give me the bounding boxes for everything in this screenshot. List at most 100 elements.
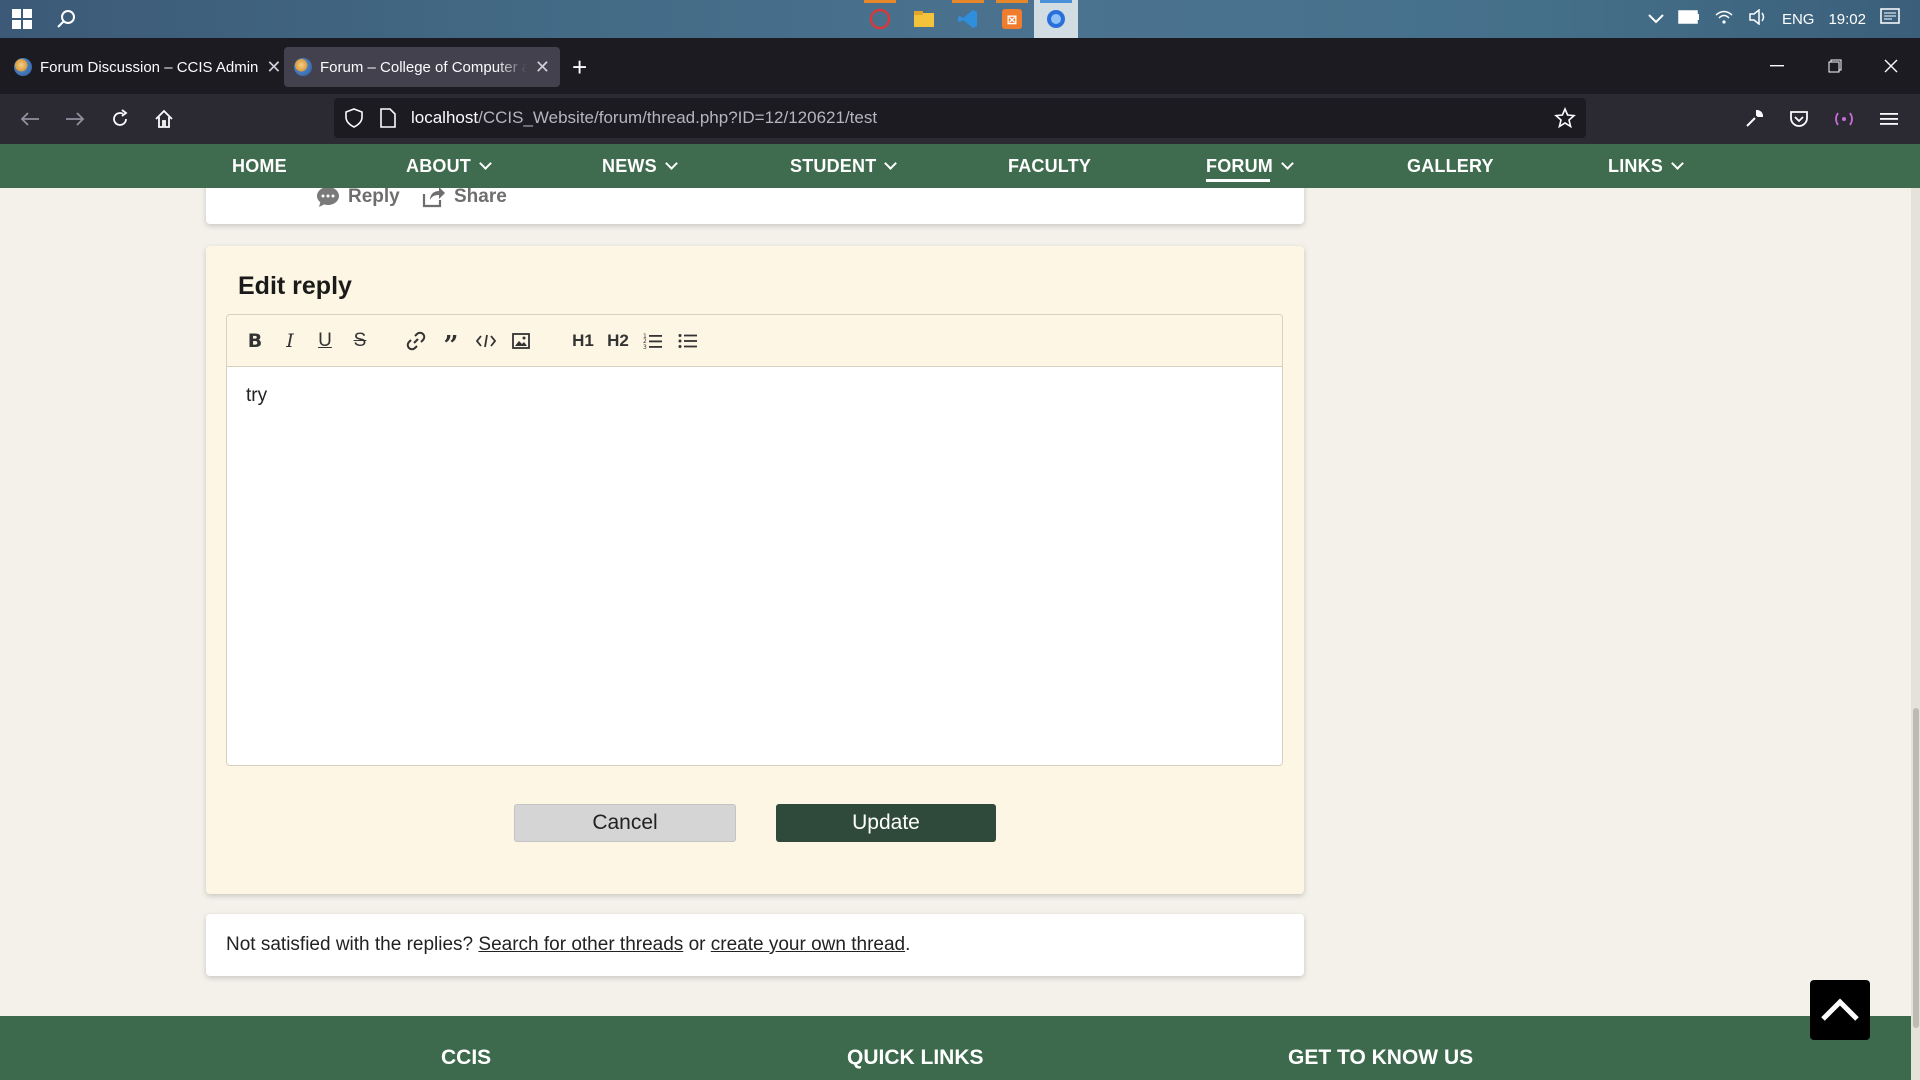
page-scrollbar[interactable] <box>1911 188 1920 1080</box>
nav-gallery[interactable]: GALLERY <box>1407 144 1494 188</box>
nav-gallery-label: GALLERY <box>1407 156 1494 176</box>
restore-icon[interactable] <box>1812 38 1858 94</box>
nav-forum[interactable]: FORUM <box>1206 144 1294 188</box>
reload-icon[interactable] <box>98 94 142 144</box>
page-info-icon[interactable] <box>380 108 396 133</box>
back-arrow-icon[interactable] <box>8 94 52 144</box>
help-note: Not satisfied with the replies? Search f… <box>226 934 910 956</box>
blockquote-icon[interactable]: ” <box>437 327 465 361</box>
italic-icon[interactable]: I <box>276 327 304 355</box>
nav-news[interactable]: NEWS <box>602 144 678 188</box>
editor-content[interactable]: try <box>246 385 267 407</box>
nav-home-label: HOME <box>232 156 287 176</box>
cancel-button[interactable]: Cancel <box>514 804 736 842</box>
help-note-card: Not satisfied with the replies? Search f… <box>206 914 1304 976</box>
footer-heading-ccis: CCIS <box>441 1046 492 1069</box>
new-tab-icon[interactable]: + <box>572 52 587 83</box>
share-label: Share <box>454 186 507 207</box>
reply-button[interactable]: Reply <box>316 186 400 208</box>
search-threads-link[interactable]: Search for other threads <box>478 934 683 955</box>
firefox-icon[interactable] <box>1034 0 1078 38</box>
bookmark-star-icon[interactable] <box>1554 106 1576 134</box>
xampp-icon[interactable]: ⊠ <box>990 0 1034 38</box>
heading2-icon[interactable]: H2 <box>604 327 632 355</box>
strikethrough-icon[interactable]: S <box>346 327 374 355</box>
windows-start-icon[interactable] <box>0 0 44 38</box>
nav-links-label: LINKS <box>1608 156 1663 176</box>
menu-icon[interactable] <box>1867 94 1911 144</box>
url-text[interactable]: localhost/CCIS_Website/forum/thread.php?… <box>411 98 877 138</box>
close-tab-icon[interactable]: ✕ <box>535 57 550 78</box>
wrench-icon[interactable] <box>1732 94 1776 144</box>
nav-news-label: NEWS <box>602 156 657 176</box>
pocket-icon[interactable] <box>1777 94 1821 144</box>
tab-title: Forum – College of Computer a <box>320 58 527 76</box>
browser-tab[interactable]: Forum Discussion – CCIS Admin ✕ <box>4 47 302 87</box>
footer-heading-get-to-know-us: GET TO KNOW US <box>1288 1046 1474 1069</box>
minimize-icon[interactable] <box>1754 38 1800 94</box>
bulleted-list-icon[interactable] <box>674 327 702 355</box>
nav-forum-label: FORUM <box>1206 156 1273 176</box>
tab-title: Forum Discussion – CCIS Admin <box>40 58 259 76</box>
edit-reply-card: Edit reply B I U S ” H1 H2 123 try Cance… <box>206 246 1304 894</box>
ordered-list-icon[interactable]: 123 <box>639 327 667 355</box>
share-icon <box>422 187 445 208</box>
windows-taskbar: ⊠ ENG 19:02 <box>0 0 1920 38</box>
close-window-icon[interactable] <box>1868 38 1914 94</box>
nav-links[interactable]: LINKS <box>1608 144 1684 188</box>
update-button[interactable]: Update <box>776 804 996 842</box>
svg-text:⊠: ⊠ <box>1007 13 1018 28</box>
svg-text:3: 3 <box>643 344 647 350</box>
browser-tab-active[interactable]: Forum – College of Computer a ✕ <box>284 47 560 87</box>
heading1-icon[interactable]: H1 <box>569 327 597 355</box>
volume-icon[interactable] <box>1748 8 1768 29</box>
nav-student[interactable]: STUDENT <box>790 144 898 188</box>
site-navigation: HOME ABOUT NEWS STUDENT FACULTY FORUM GA… <box>0 144 1920 188</box>
close-tab-icon[interactable]: ✕ <box>266 57 281 78</box>
underline-icon[interactable]: U <box>311 327 339 355</box>
nav-faculty[interactable]: FACULTY <box>1008 144 1091 188</box>
code-icon[interactable] <box>472 327 500 355</box>
nav-student-label: STUDENT <box>790 156 877 176</box>
note-middle: or <box>688 934 706 955</box>
bold-icon[interactable]: B <box>241 327 269 355</box>
nav-about[interactable]: ABOUT <box>406 144 492 188</box>
language-indicator[interactable]: ENG <box>1782 11 1815 28</box>
home-icon[interactable] <box>142 94 186 144</box>
battery-icon[interactable] <box>1678 10 1700 28</box>
scrollbar-thumb[interactable] <box>1913 708 1919 1028</box>
chevron-up-icon[interactable] <box>1648 11 1664 28</box>
url-bar[interactable]: localhost/CCIS_Website/forum/thread.php?… <box>334 98 1586 138</box>
nav-about-label: ABOUT <box>406 156 471 176</box>
comment-icon <box>317 187 339 207</box>
browser-toolbar: localhost/CCIS_Website/forum/thread.php?… <box>0 94 1920 144</box>
link-icon[interactable] <box>402 327 430 355</box>
chevron-down-icon <box>1671 157 1684 170</box>
file-explorer-icon[interactable] <box>902 0 946 38</box>
site-footer: CCIS QUICK LINKS GET TO KNOW US <box>0 1016 1920 1080</box>
taskbar-app-icon[interactable] <box>858 0 902 38</box>
clock[interactable]: 19:02 <box>1828 11 1866 28</box>
chevron-down-icon <box>1281 157 1294 170</box>
shield-icon[interactable] <box>344 108 364 133</box>
site-favicon-icon <box>14 58 32 76</box>
note-prefix: Not satisfied with the replies? <box>226 934 474 955</box>
chevron-down-icon <box>664 157 678 170</box>
back-to-top-button[interactable] <box>1810 980 1870 1040</box>
notifications-icon[interactable] <box>1880 8 1900 30</box>
wifi-icon[interactable] <box>1714 9 1734 29</box>
chevron-down-icon <box>479 157 492 170</box>
chevron-down-icon <box>884 157 898 170</box>
image-icon[interactable] <box>507 327 535 355</box>
search-icon[interactable] <box>44 0 88 38</box>
vscode-icon[interactable] <box>946 0 990 38</box>
chevron-up-icon <box>1821 998 1859 1021</box>
nav-home[interactable]: HOME <box>232 144 287 188</box>
reply-label: Reply <box>348 186 400 207</box>
share-button[interactable]: Share <box>422 186 507 208</box>
create-thread-link[interactable]: create your own thread <box>711 934 905 955</box>
heading1-label: H1 <box>572 331 594 350</box>
footer-heading-quick-links: QUICK LINKS <box>847 1046 984 1069</box>
extension-icon[interactable] <box>1822 94 1866 144</box>
forward-arrow-icon[interactable] <box>53 94 97 144</box>
